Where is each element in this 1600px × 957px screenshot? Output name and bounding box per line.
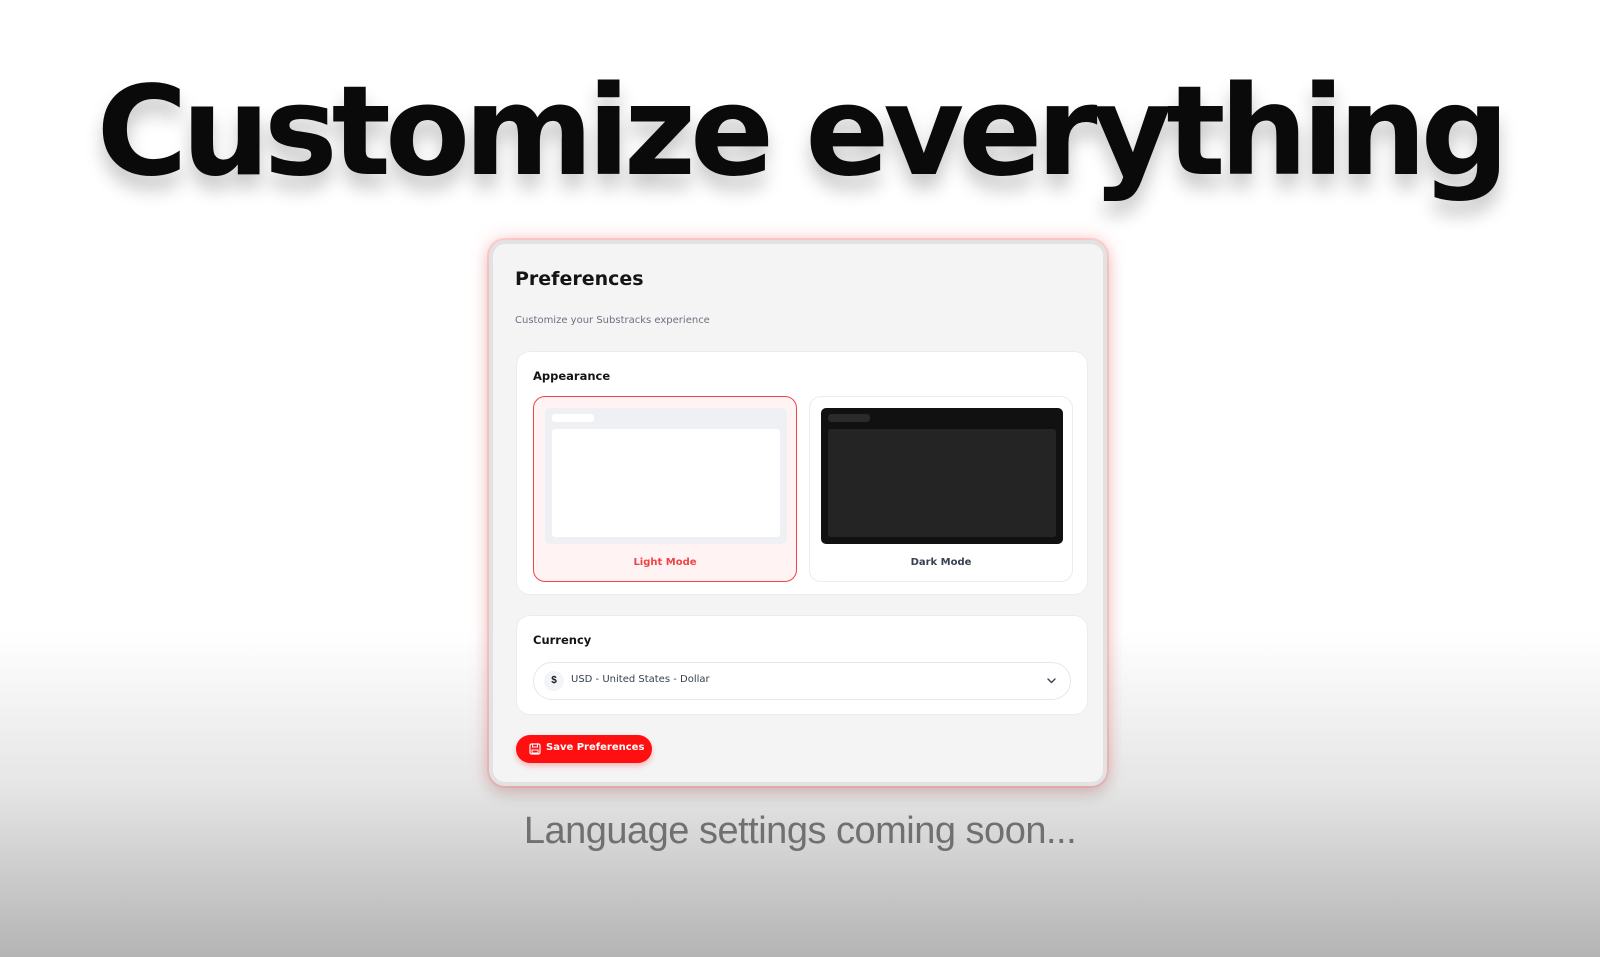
save-preferences-label: Save Preferences (546, 742, 645, 753)
currency-selected-value: USD - United States - Dollar (571, 674, 710, 685)
light-mode-label: Light Mode (633, 557, 697, 568)
light-mode-preview (545, 408, 787, 544)
appearance-card: Appearance Light Mode Dark Mode (516, 351, 1088, 595)
light-preview-body (552, 429, 780, 537)
light-mode-option[interactable]: Light Mode (533, 396, 797, 582)
save-preferences-button[interactable]: Save Preferences (516, 735, 652, 763)
currency-card: Currency $ USD - United States - Dollar (516, 615, 1088, 715)
dark-mode-option[interactable]: Dark Mode (809, 396, 1073, 582)
appearance-label: Appearance (533, 369, 611, 383)
preferences-panel: Preferences Customize your Substracks ex… (489, 240, 1107, 786)
footnote: Language settings coming soon... (523, 810, 1077, 852)
dark-mode-label: Dark Mode (910, 557, 972, 568)
dark-mode-preview (821, 408, 1063, 544)
light-preview-header (552, 414, 594, 422)
headline: Customize everything (96, 60, 1510, 204)
save-icon (529, 743, 541, 755)
page-title: Preferences (515, 268, 644, 290)
currency-select[interactable]: $ USD - United States - Dollar (533, 662, 1071, 700)
dollar-icon: $ (544, 671, 564, 691)
dark-preview-body (828, 429, 1056, 537)
chevron-down-icon (1047, 678, 1056, 684)
currency-label: Currency (533, 633, 592, 647)
page-subtitle: Customize your Substracks experience (515, 315, 710, 326)
dark-preview-header (828, 414, 870, 422)
